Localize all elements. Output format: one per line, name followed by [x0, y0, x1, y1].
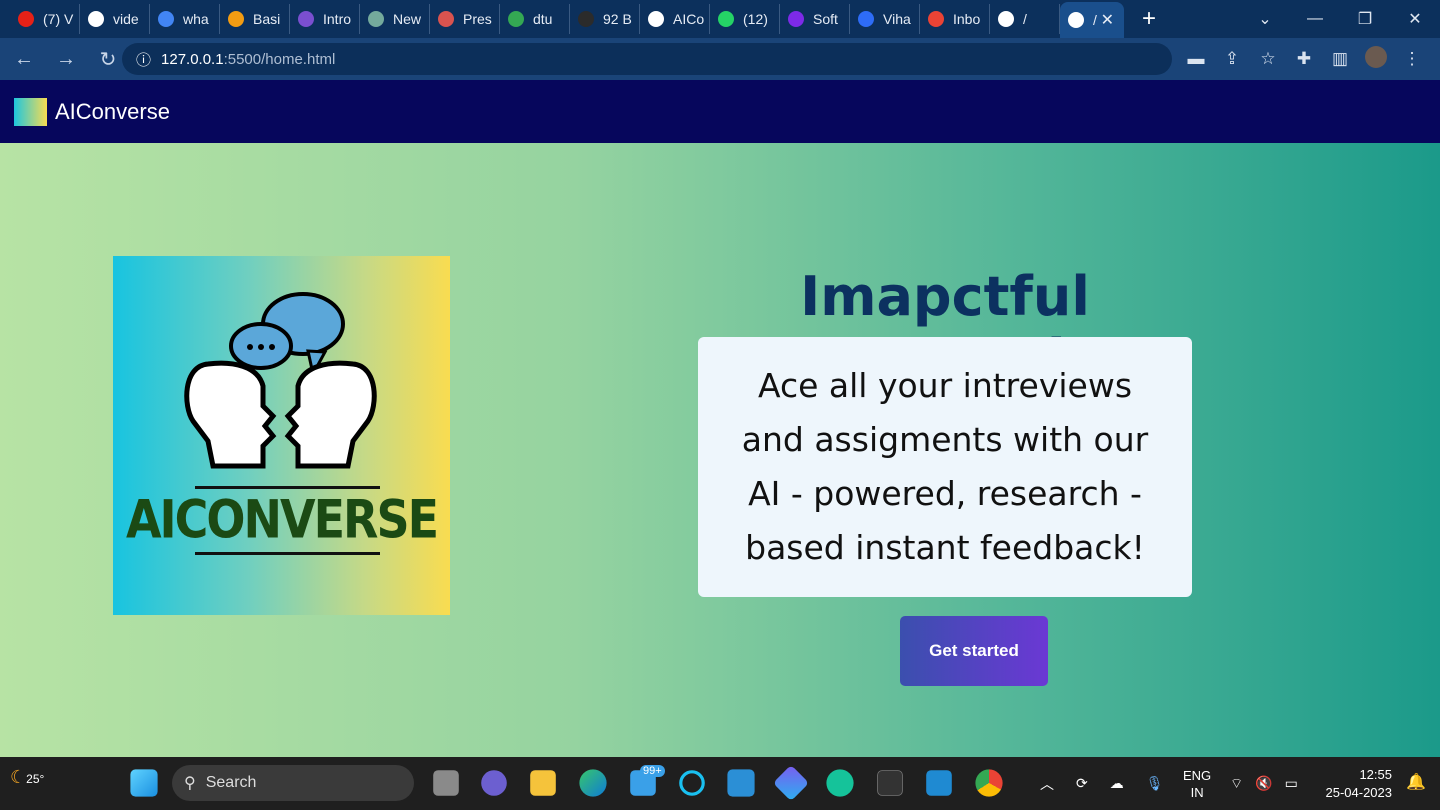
chrome-icon[interactable]: [975, 769, 1003, 797]
get-started-button[interactable]: Get started: [900, 616, 1048, 686]
tab-favicon-icon: [648, 11, 664, 27]
tab-favicon-icon: [858, 11, 874, 27]
tab-favicon-icon: [228, 11, 244, 27]
clock[interactable]: 12:55 25-04-2023: [1326, 766, 1393, 802]
close-window-button[interactable]: ✕: [1390, 9, 1440, 29]
wifi-icon[interactable]: ⌔: [1230, 775, 1243, 793]
battery-icon[interactable]: ▭: [1285, 775, 1298, 792]
tab-favicon-icon: [158, 11, 174, 27]
grammarly-icon[interactable]: [826, 769, 854, 797]
weather-icon: ☾: [10, 767, 27, 787]
tab-search-icon[interactable]: ⌄: [1240, 9, 1290, 29]
task-view-icon[interactable]: [433, 770, 459, 796]
browser-tab[interactable]: dtu: [500, 4, 570, 34]
weather-widget[interactable]: ☾25°: [10, 767, 44, 788]
browser-tab[interactable]: Soft: [780, 4, 850, 34]
tab-favicon-icon: [928, 11, 944, 27]
tab-favicon-icon: [18, 11, 34, 27]
browser-tab[interactable]: (12): [710, 4, 780, 34]
back-button[interactable]: ←: [6, 48, 42, 71]
browser-tab[interactable]: Viha: [850, 4, 920, 34]
language-indicator[interactable]: ENG IN: [1183, 767, 1211, 801]
l-app-icon[interactable]: [727, 769, 755, 797]
volume-muted-icon[interactable]: 🔇: [1255, 775, 1272, 792]
onedrive-icon[interactable]: ☁: [1110, 775, 1124, 792]
tab-favicon-icon: [788, 11, 804, 27]
address-bar-row: ← → ↻ ⓘ 127.0.0.1:5500/home.html ▬ ⇪ ☆ ✚…: [0, 38, 1440, 80]
share-icon[interactable]: ⇪: [1214, 49, 1250, 69]
edge-icon[interactable]: [579, 769, 607, 797]
browser-tab[interactable]: Intro: [290, 4, 360, 34]
description-card: Ace all your intreviews and assigments w…: [698, 337, 1192, 597]
browser-tab-active[interactable]: / ✕: [1060, 2, 1124, 38]
tab-favicon-icon: [998, 11, 1014, 27]
show-hidden-icons-chevron[interactable]: ︿: [1040, 774, 1054, 794]
browser-tab[interactable]: /: [990, 4, 1060, 34]
teams-icon[interactable]: [481, 770, 507, 796]
talking-heads-icon: [184, 292, 377, 469]
terminal-icon[interactable]: [877, 770, 903, 796]
divider-line: [195, 552, 380, 555]
browser-tab[interactable]: AICo: [640, 4, 710, 34]
tab-favicon-icon: [508, 11, 524, 27]
aiconverse-logo-image: AICONVERSE: [113, 256, 450, 615]
browser-tab[interactable]: Pres: [430, 4, 500, 34]
mail-badge: 99+: [640, 765, 665, 777]
menu-icon[interactable]: ⋮: [1394, 49, 1430, 69]
forward-button[interactable]: →: [48, 48, 84, 71]
start-button[interactable]: [130, 769, 158, 797]
microphone-icon[interactable]: 🎙: [1146, 775, 1164, 792]
search-icon: ⚲: [184, 775, 196, 792]
vscode-icon[interactable]: [926, 770, 952, 796]
browser-tab[interactable]: wha: [150, 4, 220, 34]
new-tab-button[interactable]: +: [1142, 5, 1156, 33]
copilot-icon[interactable]: [772, 764, 810, 802]
tab-favicon-icon: [298, 11, 314, 27]
logo-wordmark: AICONVERSE: [125, 487, 439, 551]
close-tab-icon[interactable]: ✕: [1101, 10, 1114, 30]
minimize-button[interactable]: —: [1290, 10, 1340, 28]
extensions-icon[interactable]: ✚: [1286, 49, 1322, 69]
info-icon[interactable]: ⓘ: [136, 49, 151, 70]
browser-tab[interactable]: Basi: [220, 4, 290, 34]
brand-logo[interactable]: [14, 97, 47, 126]
windows-taskbar: ☾25° ⚲ Search 99+ ︿ ⟳ ☁ 🎙 ENG IN ⌔ 🔇 ▭ 12:…: [0, 757, 1440, 810]
brand-name[interactable]: AIConverse: [55, 99, 170, 125]
browser-tab[interactable]: (7) V: [10, 4, 80, 34]
file-explorer-icon[interactable]: [530, 770, 556, 796]
browser-tab[interactable]: vide: [80, 4, 150, 34]
url-input[interactable]: ⓘ 127.0.0.1:5500/home.html: [122, 43, 1172, 75]
notification-bell-icon[interactable]: 🔔: [1406, 772, 1426, 792]
window-controls: ⌄ — ❐ ✕: [1240, 0, 1440, 38]
browser-tab[interactable]: New: [360, 4, 430, 34]
browser-tab[interactable]: 92 B: [570, 4, 640, 34]
tab-strip: (7) Vvide wha Basi Intro New Pres dtu 92 B AICo(…: [0, 0, 1440, 38]
hero-section: AICONVERSE Imapctful Presentation Ace al…: [0, 143, 1440, 757]
reload-button[interactable]: ↻: [90, 47, 126, 72]
globe-icon: [1068, 12, 1084, 28]
side-panel-icon[interactable]: ▥: [1322, 49, 1358, 69]
bookmark-star-icon[interactable]: ☆: [1250, 49, 1286, 69]
profile-avatar[interactable]: [1358, 45, 1394, 73]
tab-favicon-icon: [368, 11, 384, 27]
taskbar-search[interactable]: ⚲ Search: [172, 765, 414, 801]
browser-tab[interactable]: Inbo: [920, 4, 990, 34]
tab-favicon-icon: [438, 11, 454, 27]
sync-icon[interactable]: ⟳: [1076, 775, 1088, 792]
site-navbar: AIConverse: [0, 80, 1440, 143]
camera-icon[interactable]: ▬: [1178, 49, 1214, 69]
alexa-icon[interactable]: [679, 770, 705, 796]
restore-button[interactable]: ❐: [1340, 9, 1390, 29]
tab-favicon-icon: [718, 11, 734, 27]
hero-description: Ace all your intreviews and assigments w…: [741, 366, 1149, 567]
tab-favicon-icon: [88, 11, 104, 27]
tab-favicon-icon: [578, 11, 594, 27]
